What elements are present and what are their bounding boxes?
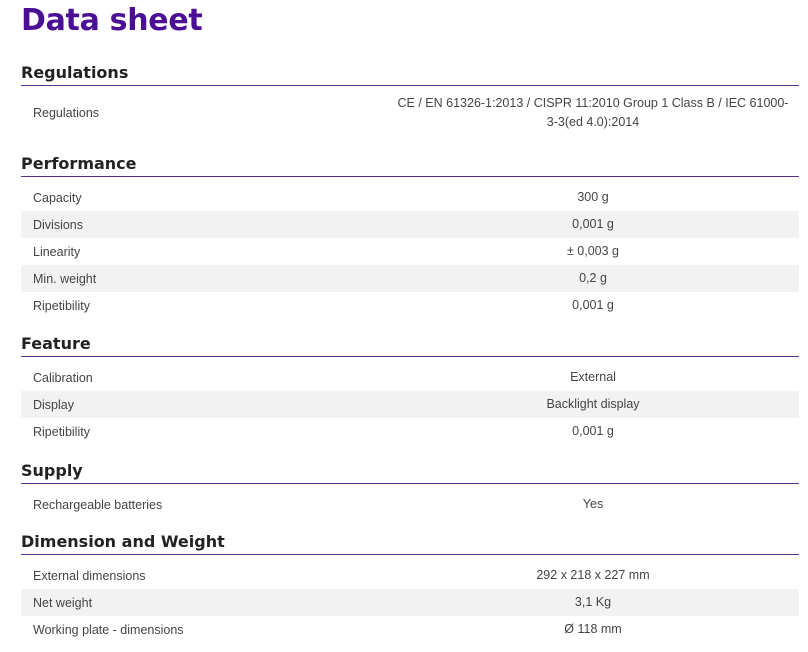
table-row: Capacity 300 g (21, 184, 799, 211)
table-row: Calibration External (21, 364, 799, 391)
section-feature: Feature Calibration External Display Bac… (21, 333, 799, 445)
row-label: Min. weight (33, 271, 97, 286)
row-value: Ø 118 mm (564, 622, 622, 636)
section-performance: Performance Capacity 300 g Divisions 0,0… (21, 153, 799, 319)
table-row: Min. weight 0,2 g (21, 265, 799, 292)
page-title: Data sheet (21, 3, 203, 38)
section-title: Performance (21, 153, 799, 177)
section-supply: Supply Rechargeable batteries Yes (21, 460, 799, 518)
section-regulations: Regulations Regulations CE / EN 61326-1:… (21, 62, 799, 133)
row-value: CE / EN 61326-1:2013 / CISPR 11:2010 Gro… (397, 96, 789, 129)
row-value: 0,2 g (579, 271, 607, 285)
row-label: Divisions (33, 217, 84, 232)
spec-table: Calibration External Display Backlight d… (21, 364, 799, 445)
section-title: Regulations (21, 62, 799, 86)
spec-table: Regulations CE / EN 61326-1:2013 / CISPR… (21, 93, 799, 133)
table-row: Regulations CE / EN 61326-1:2013 / CISPR… (21, 93, 799, 133)
row-label: Ripetibility (33, 298, 90, 313)
row-value: 292 x 218 x 227 mm (536, 568, 650, 582)
section-dimension-and-weight: Dimension and Weight External dimensions… (21, 531, 799, 643)
row-value: ± 0,003 g (566, 244, 620, 258)
table-row: Display Backlight display (21, 391, 799, 418)
section-title: Supply (21, 460, 799, 484)
spec-table: External dimensions 292 x 218 x 227 mm N… (21, 562, 799, 643)
row-value: External (570, 370, 616, 384)
row-label: Calibration (33, 370, 93, 385)
row-label: Capacity (33, 190, 82, 205)
row-value: 0,001 g (572, 217, 614, 231)
table-row: Ripetibility 0,001 g (21, 292, 799, 319)
row-value: 300 g (577, 190, 609, 204)
table-row: Ripetibility 0,001 g (21, 418, 799, 445)
row-label: External dimensions (33, 568, 146, 583)
row-value: 0,001 g (572, 298, 614, 312)
section-title: Dimension and Weight (21, 531, 799, 555)
table-row: Divisions 0,001 g (21, 211, 799, 238)
row-label: Rechargeable batteries (33, 497, 163, 512)
row-label: Ripetibility (33, 424, 90, 439)
row-value: Backlight display (546, 397, 640, 411)
spec-table: Capacity 300 g Divisions 0,001 g Lineari… (21, 184, 799, 319)
table-row: Net weight 3,1 Kg (21, 589, 799, 616)
row-value: 0,001 g (572, 424, 614, 438)
row-label: Regulations (33, 106, 100, 120)
spec-table: Rechargeable batteries Yes (21, 491, 799, 518)
row-label: Working plate - dimensions (33, 622, 184, 637)
table-row: Linearity ± 0,003 g (21, 238, 799, 265)
section-title: Feature (21, 333, 799, 357)
row-label: Linearity (33, 244, 81, 259)
row-value: 3,1 Kg (574, 595, 612, 609)
row-value: Yes (582, 497, 604, 511)
row-label: Net weight (33, 595, 93, 610)
table-row: Rechargeable batteries Yes (21, 491, 799, 518)
table-row: External dimensions 292 x 218 x 227 mm (21, 562, 799, 589)
table-row: Working plate - dimensions Ø 118 mm (21, 616, 799, 643)
row-label: Display (33, 397, 74, 412)
